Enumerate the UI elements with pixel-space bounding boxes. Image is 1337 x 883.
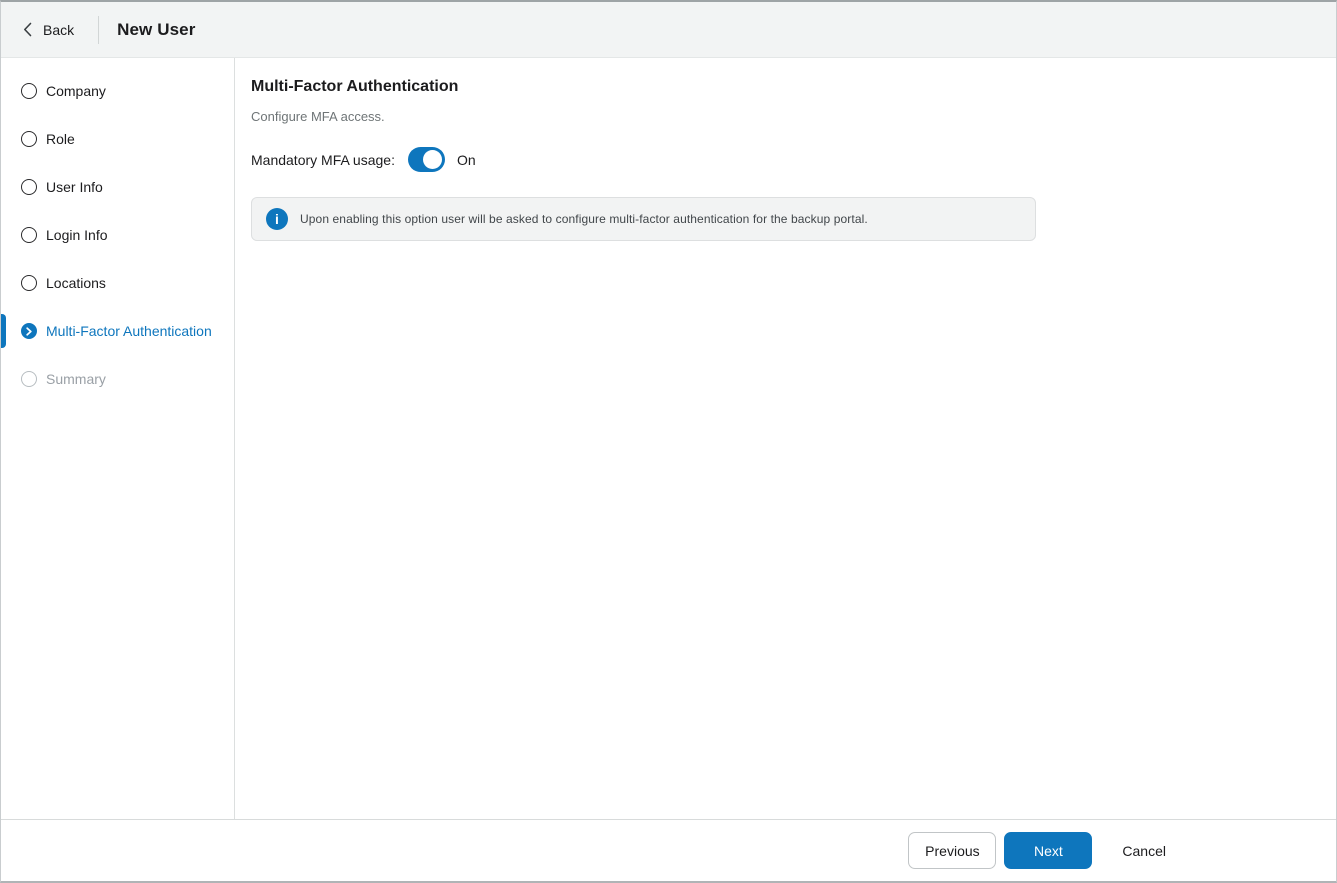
step-label: Multi-Factor Authentication: [46, 323, 212, 339]
wizard-step-multi-factor-authentication[interactable]: Multi-Factor Authentication: [1, 307, 234, 355]
info-icon: i: [266, 208, 288, 230]
wizard-header: Back New User: [1, 2, 1336, 58]
step-circle-icon: [21, 131, 37, 147]
page-title: New User: [117, 19, 196, 39]
info-banner: i Upon enabling this option user will be…: [251, 197, 1036, 241]
wizard-body: Company Role User Info Login Info Locati…: [1, 58, 1336, 819]
toggle-knob-icon: [422, 150, 442, 169]
previous-button[interactable]: Previous: [908, 832, 997, 869]
wizard-step-user-info[interactable]: User Info: [1, 163, 234, 211]
back-button-label: Back: [43, 21, 75, 38]
step-circle-icon: [21, 179, 37, 195]
step-label: Role: [46, 131, 75, 147]
chevron-left-icon: [23, 22, 32, 37]
step-circle-icon: [21, 83, 37, 99]
content-subtitle: Configure MFA access.: [251, 109, 385, 124]
wizard-step-locations[interactable]: Locations: [1, 259, 234, 307]
wizard-step-login-info[interactable]: Login Info: [1, 211, 234, 259]
content-title: Multi-Factor Authentication: [251, 78, 459, 95]
chevron-right-icon: [26, 326, 32, 336]
step-content: Multi-Factor Authentication Configure MF…: [235, 58, 1336, 819]
mfa-toggle[interactable]: [407, 147, 445, 172]
step-circle-icon: [21, 275, 37, 291]
info-banner-text: Upon enabling this option user will be a…: [300, 212, 868, 226]
cancel-button[interactable]: Cancel: [1114, 832, 1174, 869]
step-circle-icon: [21, 371, 37, 387]
step-label: Locations: [46, 275, 106, 291]
step-label: Login Info: [46, 227, 108, 243]
wizard-step-summary: Summary: [1, 355, 234, 403]
new-user-wizard-window: Back New User Company Role User Info Log…: [0, 0, 1337, 883]
step-circle-icon: [21, 323, 37, 339]
next-button[interactable]: Next: [1004, 832, 1093, 869]
wizard-step-company[interactable]: Company: [1, 67, 234, 115]
mfa-toggle-label: Mandatory MFA usage:: [251, 151, 395, 168]
wizard-steps-nav: Company Role User Info Login Info Locati…: [1, 58, 235, 819]
wizard-step-role[interactable]: Role: [1, 115, 234, 163]
header-divider: [98, 15, 100, 44]
step-label: Summary: [46, 371, 106, 387]
wizard-footer: Previous Next Cancel: [1, 819, 1336, 881]
step-label: User Info: [46, 179, 103, 195]
back-button[interactable]: Back: [21, 18, 76, 42]
step-circle-icon: [21, 227, 37, 243]
mfa-toggle-row: Mandatory MFA usage: On: [251, 147, 1336, 172]
mfa-toggle-state-label: On: [456, 151, 476, 168]
step-label: Company: [46, 83, 106, 99]
